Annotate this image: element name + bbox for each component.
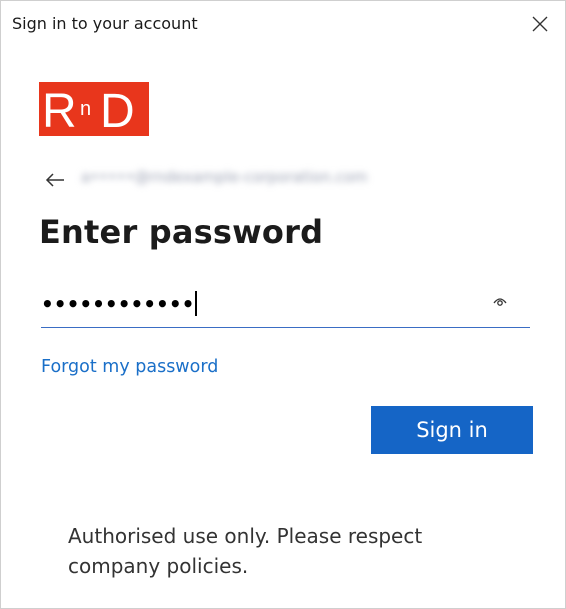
page-title: Enter password: [39, 213, 324, 251]
usage-notice: Authorised use only. Please respect comp…: [68, 524, 423, 578]
password-field[interactable]: ••••••••••••: [41, 285, 530, 328]
account-identity: a•••••@rndexample-corporation.com: [41, 165, 451, 195]
svg-text:R: R: [42, 85, 77, 136]
title-bar: Sign in to your account: [1, 1, 565, 47]
sign-in-dialog: Sign in to your account R n D a•••••@rnd…: [0, 0, 566, 609]
text-caret: [195, 291, 198, 316]
svg-text:D: D: [100, 85, 135, 136]
company-logo: R n D: [39, 82, 149, 136]
back-button[interactable]: [44, 169, 66, 191]
back-arrow-icon: [45, 173, 64, 187]
eye-icon: [493, 298, 507, 306]
svg-text:n: n: [80, 98, 91, 120]
window-title: Sign in to your account: [12, 14, 198, 33]
account-email: a•••••@rndexample-corporation.com: [81, 168, 368, 186]
password-value[interactable]: ••••••••••••: [41, 291, 198, 316]
rnd-logo-graphic: R n D: [42, 85, 135, 136]
sign-in-button[interactable]: Sign in: [371, 406, 533, 454]
reveal-password-button[interactable]: [492, 293, 508, 309]
close-icon: [532, 16, 548, 32]
forgot-password-link[interactable]: Forgot my password: [41, 357, 218, 377]
close-button[interactable]: [525, 9, 555, 39]
